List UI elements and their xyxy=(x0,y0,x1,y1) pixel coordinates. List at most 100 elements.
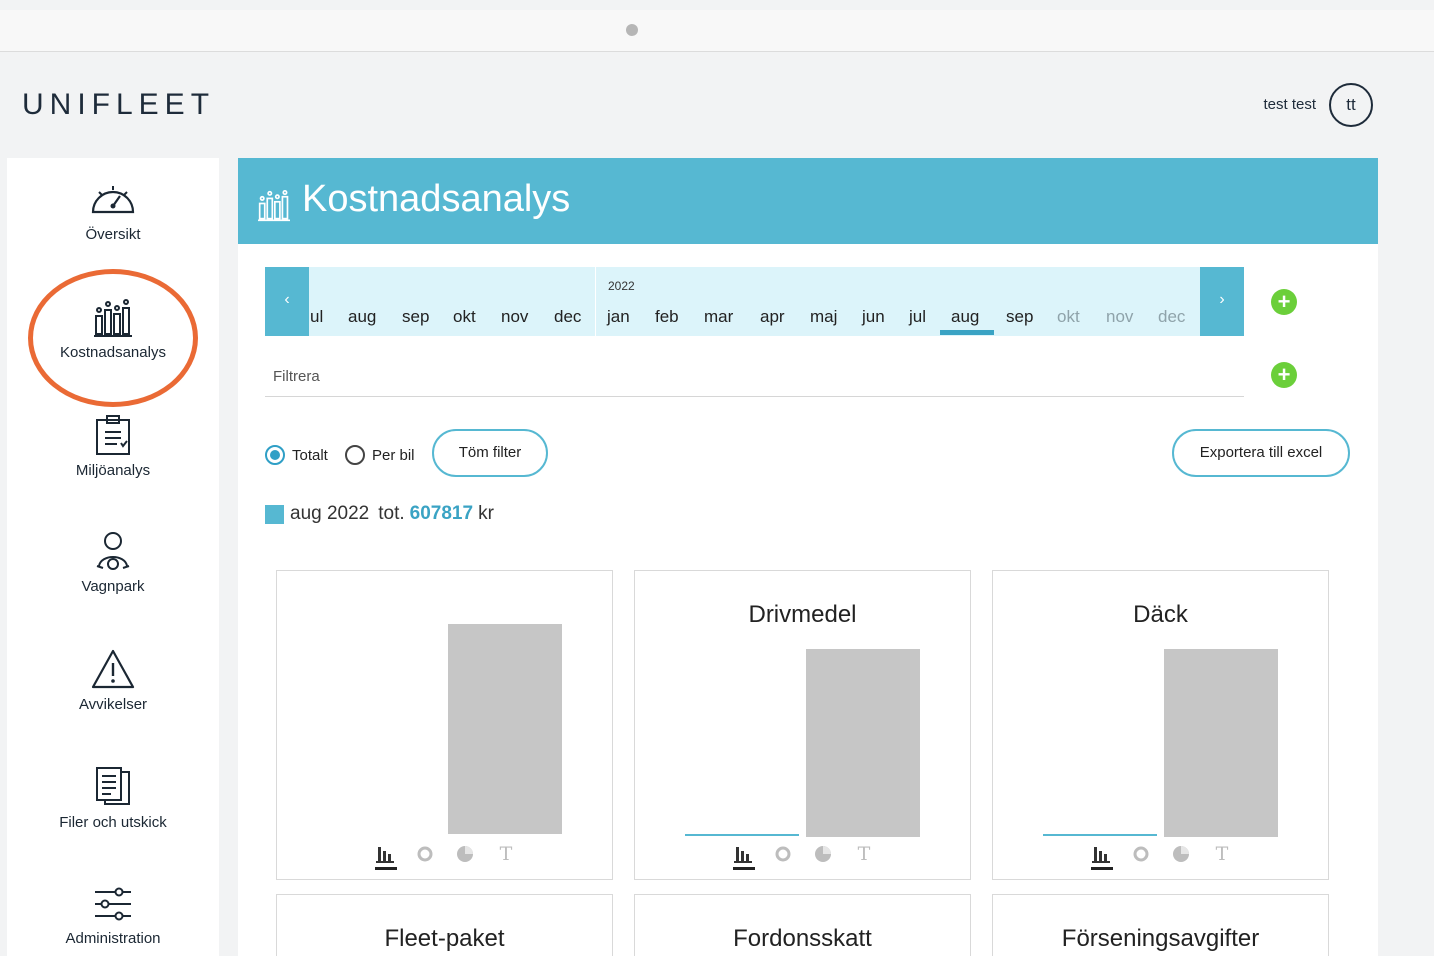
cost-card-fleet-paket: Fleet-paket xyxy=(276,894,613,956)
sidebar-item-label: Avvikelser xyxy=(78,696,148,713)
sidebar-item-label: Administration xyxy=(65,930,161,947)
radio-label: Totalt xyxy=(292,446,328,464)
month-item[interactable]: aug xyxy=(348,307,376,327)
app-logo[interactable]: UNIFLEET xyxy=(22,88,215,122)
sidebar-item-label: Miljöanalys xyxy=(75,462,151,479)
month-row: ul aug sep okt nov dec 2022 jan feb mar … xyxy=(309,267,1200,336)
filter-input[interactable] xyxy=(265,357,1244,397)
clipboard-checklist-icon xyxy=(96,415,130,455)
camera-dot-icon xyxy=(626,24,638,36)
main-panel: Kostnadsanalys ‹ ul aug sep okt nov dec … xyxy=(238,158,1378,956)
cost-card-fordonsskatt: Fordonsskatt xyxy=(634,894,971,956)
donut-chart-icon[interactable] xyxy=(1129,843,1155,871)
summary-period: aug 2022 xyxy=(290,503,370,524)
cost-analysis-icon xyxy=(94,299,132,337)
page-title: Kostnadsanalys xyxy=(302,178,571,220)
sidebar-item-kostnadsanalys[interactable]: Kostnadsanalys xyxy=(7,298,219,361)
pie-chart-icon[interactable] xyxy=(453,843,479,871)
clear-filter-button[interactable]: Töm filter xyxy=(432,429,548,477)
text-view-icon[interactable]: T xyxy=(1209,843,1235,871)
cost-card-dack: Däck T xyxy=(992,570,1329,880)
sidebar-item-label: Filer och utskick xyxy=(59,814,167,831)
bar-chart-icon[interactable] xyxy=(373,843,399,871)
sidebar-item-oversikt[interactable]: Översikt xyxy=(7,180,219,243)
speedometer-icon xyxy=(91,186,135,214)
card-title: Fordonsskatt xyxy=(733,925,872,952)
cost-card-forseningsavgifter: Förseningsavgifter xyxy=(992,894,1329,956)
card-title: Drivmedel xyxy=(748,601,857,628)
sidebar-item-avvikelser[interactable]: Avvikelser xyxy=(7,648,219,713)
summary-unit: kr xyxy=(478,503,494,524)
text-view-icon[interactable]: T xyxy=(851,843,877,871)
month-item[interactable]: jul xyxy=(909,307,926,327)
sidebar-item-label: Vagnpark xyxy=(81,578,145,595)
month-item[interactable]: sep xyxy=(402,307,429,327)
month-item[interactable]: jun xyxy=(862,307,885,327)
bar-mark xyxy=(1164,649,1278,837)
bar-chart-icon[interactable] xyxy=(1089,843,1115,871)
month-item[interactable]: apr xyxy=(760,307,785,327)
sidebar-item-filer-och-utskick[interactable]: Filer och utskick xyxy=(7,766,219,831)
period-summary: aug 2022 tot. 607817 kr xyxy=(265,503,494,525)
month-item[interactable]: okt xyxy=(453,307,476,327)
sliders-icon xyxy=(95,887,131,921)
browser-top-bar xyxy=(0,10,1434,52)
month-item[interactable]: jan xyxy=(607,307,630,327)
month-item[interactable]: nov xyxy=(501,307,528,327)
month-item[interactable]: ul xyxy=(310,307,323,327)
chart-type-toggle: T xyxy=(1089,843,1239,873)
month-item[interactable]: maj xyxy=(810,307,837,327)
donut-chart-icon[interactable] xyxy=(413,843,439,871)
pie-chart-icon[interactable] xyxy=(811,843,837,871)
add-filter-button[interactable]: + xyxy=(1271,362,1297,388)
add-period-button[interactable]: + xyxy=(1271,289,1297,315)
bar-mark xyxy=(806,649,920,837)
month-item[interactable]: feb xyxy=(655,307,679,327)
sidebar: Översikt Kostnadsanalys Miljöanalys Vagn… xyxy=(7,158,219,956)
sidebar-item-label: Kostnadsanalys xyxy=(60,344,166,361)
text-view-icon[interactable]: T xyxy=(493,843,519,871)
month-item-disabled: nov xyxy=(1106,307,1134,326)
bar-mark-previous xyxy=(685,834,799,836)
sidebar-item-administration[interactable]: Administration xyxy=(7,884,219,947)
month-item[interactable]: dec xyxy=(554,307,581,327)
chart-type-toggle: T xyxy=(373,843,523,873)
month-item[interactable]: sep xyxy=(1006,307,1033,327)
month-item[interactable]: mar xyxy=(704,307,733,327)
cost-card-drivmedel: Drivmedel T xyxy=(634,570,971,880)
cost-card: T xyxy=(276,570,613,880)
summary-total: 607817 xyxy=(409,503,474,524)
selected-month-indicator xyxy=(940,330,994,335)
pie-chart-icon[interactable] xyxy=(1169,843,1195,871)
user-avatar[interactable]: tt xyxy=(1329,83,1373,127)
month-selector: ‹ ul aug sep okt nov dec 2022 jan feb ma… xyxy=(265,267,1244,336)
sidebar-item-miljoanalys[interactable]: Miljöanalys xyxy=(7,414,219,479)
driver-icon xyxy=(96,532,130,570)
documents-icon xyxy=(96,767,130,805)
summary-tot-label: tot. xyxy=(378,503,405,524)
month-item-disabled: dec xyxy=(1158,307,1186,326)
year-divider xyxy=(595,267,596,336)
panel-header: Kostnadsanalys xyxy=(238,158,1378,244)
bar-mark-previous xyxy=(1043,834,1157,836)
radio-selected-icon xyxy=(265,445,285,465)
radio-totalt[interactable]: Totalt xyxy=(265,445,328,465)
bar-chart-icon[interactable] xyxy=(731,843,757,871)
bar-mark xyxy=(448,624,562,834)
cost-analysis-icon xyxy=(258,190,290,222)
export-excel-button[interactable]: Exportera till excel xyxy=(1172,429,1350,477)
next-months-button[interactable]: › xyxy=(1200,267,1244,336)
card-title: Förseningsavgifter xyxy=(1061,925,1260,952)
legend-swatch xyxy=(265,504,284,524)
year-label: 2022 xyxy=(608,279,635,293)
donut-chart-icon[interactable] xyxy=(771,843,797,871)
sidebar-item-vagnpark[interactable]: Vagnpark xyxy=(7,530,219,595)
chart-type-toggle: T xyxy=(731,843,881,873)
card-title: Fleet-paket xyxy=(384,925,505,952)
previous-months-button[interactable]: ‹ xyxy=(265,267,309,336)
month-item-selected[interactable]: aug xyxy=(951,307,979,327)
user-name[interactable]: test test xyxy=(1240,96,1316,113)
warning-icon xyxy=(91,649,135,689)
radio-per-bil[interactable]: Per bil xyxy=(345,445,415,465)
sidebar-item-label: Översikt xyxy=(85,226,141,243)
